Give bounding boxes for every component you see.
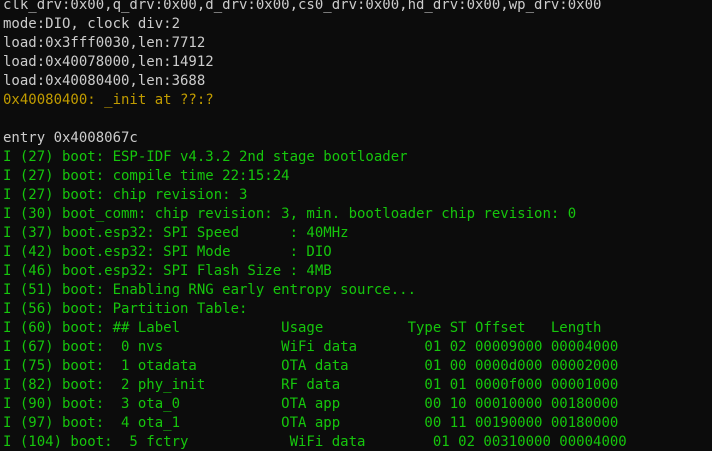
terminal-line: I (42) boot.esp32: SPI Mode : DIO — [3, 244, 332, 260]
terminal-line: mode:DIO, clock div:2 — [3, 16, 181, 32]
terminal-line: I (30) boot_comm: chip revision: 3, min.… — [3, 206, 577, 222]
terminal-line: 0x40080400: _init at ??:? — [3, 92, 214, 108]
partition-table-row: I (90) boot: 3 ota_0 OTA app 00 10 00010… — [3, 396, 619, 412]
terminal-line: entry 0x4008067c — [3, 130, 138, 146]
terminal-line: load:0x3fff0030,len:7712 — [3, 35, 206, 51]
terminal-output[interactable]: clk_drv:0x00,q_drv:0x00,d_drv:0x00,cs0_d… — [0, 0, 712, 451]
terminal-line: I (27) boot: chip revision: 3 — [3, 187, 248, 203]
partition-table-row: I (67) boot: 0 nvs WiFi data 01 02 00009… — [3, 339, 619, 355]
partition-table-row: I (97) boot: 4 ota_1 OTA app 00 11 00190… — [3, 415, 619, 431]
terminal-line: load:0x40080400,len:3688 — [3, 73, 206, 89]
partition-table-row: I (82) boot: 2 phy_init RF data 01 01 00… — [3, 377, 619, 393]
terminal-line: I (27) boot: compile time 22:15:24 — [3, 168, 290, 184]
partition-table-header: I (60) boot: ## Label Usage Type ST Offs… — [3, 320, 602, 336]
terminal-line: I (56) boot: Partition Table: — [3, 301, 248, 317]
terminal-line: I (27) boot: ESP-IDF v4.3.2 2nd stage bo… — [3, 149, 408, 165]
partition-table-row: I (75) boot: 1 otadata OTA data 01 00 00… — [3, 358, 619, 374]
terminal-line: clk_drv:0x00,q_drv:0x00,d_drv:0x00,cs0_d… — [3, 0, 602, 13]
terminal-line: load:0x40078000,len:14912 — [3, 54, 214, 70]
terminal-line: I (37) boot.esp32: SPI Speed : 40MHz — [3, 225, 349, 241]
terminal-line: I (51) boot: Enabling RNG early entropy … — [3, 282, 417, 298]
terminal-line: I (46) boot.esp32: SPI Flash Size : 4MB — [3, 263, 332, 279]
partition-table-row: I (104) boot: 5 fctry WiFi data 01 02 00… — [3, 434, 627, 450]
